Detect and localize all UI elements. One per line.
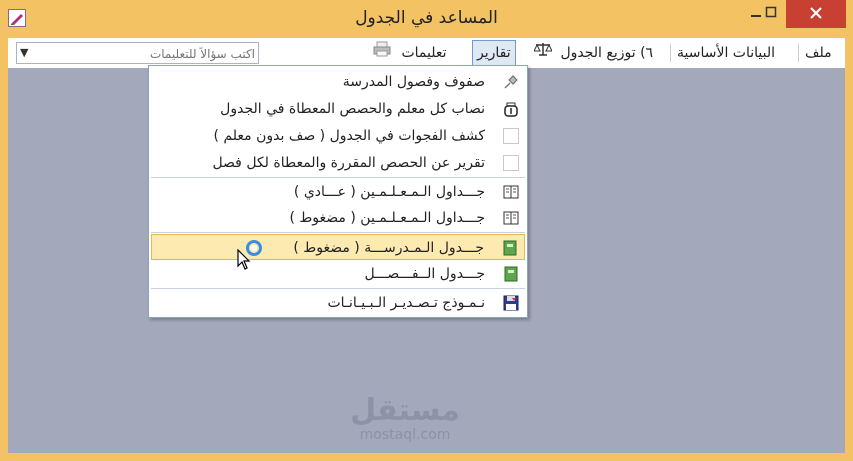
menu-separator xyxy=(151,177,525,178)
menu-item-label: تقرير عن الحصص المقررة والمعطاة لكل فصل xyxy=(212,155,485,171)
menu-separator xyxy=(151,288,525,289)
printer-icon xyxy=(373,38,391,68)
scale-icon xyxy=(533,38,553,68)
menu-item-label: كشف الفجوات في الجدول ( صف بدون معلم ) xyxy=(213,128,485,144)
menu-item-class-sessions-report[interactable]: تقرير عن الحصص المقررة والمعطاة لكل فصل xyxy=(151,150,525,176)
book-icon xyxy=(503,210,519,226)
menu-item-label: جـــدول الــفـــصـــل xyxy=(364,266,485,282)
watermark-domain: mostaql.com xyxy=(359,427,451,443)
menu-reports[interactable]: تقارير xyxy=(472,40,516,66)
chevron-down-icon[interactable]: ▼ xyxy=(20,46,28,59)
menu-item-school-compressed[interactable]: جـــدول الـمـدرســـة ( مضغوط ) xyxy=(151,234,525,260)
menu-item-label: صفوف وفصول المدرسة xyxy=(342,74,485,90)
menu-item-label: جـــداول الـمـعـلـمـين ( مضغوط ) xyxy=(289,210,485,226)
menu-basic-data[interactable]: البيانات الأساسية xyxy=(677,38,775,68)
mouse-cursor-icon xyxy=(237,248,253,275)
menu-item-class-schedule[interactable]: جـــدول الــفـــصـــل xyxy=(151,261,525,287)
reports-dropdown-menu: صفوف وفصول المدرسة نصاب كل معلم والحصص ا… xyxy=(148,65,528,318)
menu-item-label: جـــداول الـمـعـلـمـين ( عـــادي ) xyxy=(293,184,485,200)
menu-distribute[interactable]: ٦) توزيع الجدول xyxy=(533,38,654,68)
menu-instructions[interactable]: تعليمات xyxy=(373,38,447,68)
menu-item-export-data[interactable]: نـمـوذج تـصـديـر الـبـيـانـات xyxy=(151,290,525,316)
menu-item-label: نصاب كل معلم والحصص المعطاة في الجدول xyxy=(220,101,485,117)
menu-distribute-label: ٦) توزيع الجدول xyxy=(560,45,654,61)
menu-separator xyxy=(670,44,671,62)
menu-item-label: نـمـوذج تـصـديـر الـبـيـانـات xyxy=(327,295,485,311)
menu-item-school-classes[interactable]: صفوف وفصول المدرسة xyxy=(151,69,525,95)
menu-file[interactable]: ملف xyxy=(805,38,832,68)
menu-item-teachers-normal[interactable]: جـــداول الـمـعـلـمـين ( عـــادي ) xyxy=(151,179,525,205)
maximize-button[interactable] xyxy=(757,0,785,28)
bag-icon xyxy=(503,101,519,117)
menu-item-teacher-load[interactable]: نصاب كل معلم والحصص المعطاة في الجدول xyxy=(151,96,525,122)
help-search-input[interactable] xyxy=(37,44,257,64)
menu-item-gaps-report[interactable]: كشف الفجوات في الجدول ( صف بدون معلم ) xyxy=(151,123,525,149)
menu-instructions-label: تعليمات xyxy=(401,45,447,61)
menu-separator xyxy=(798,44,799,62)
menu-separator xyxy=(151,232,525,233)
book-icon xyxy=(503,184,519,200)
menu-item-teachers-compressed[interactable]: جـــداول الـمـعـلـمـين ( مضغوط ) xyxy=(151,205,525,231)
pin-icon xyxy=(503,74,519,90)
help-question-box[interactable]: ▼ xyxy=(16,42,259,64)
watermark: مستقل mostaql.com xyxy=(350,393,460,444)
close-button[interactable] xyxy=(786,0,846,28)
floppy-icon xyxy=(503,295,519,311)
menu-item-label: جـــدول الـمـدرســـة ( مضغوط ) xyxy=(293,240,484,256)
menu-bar: ▼ ملف البيانات الأساسية ٦) توزيع الجدول … xyxy=(8,38,845,68)
blank-icon xyxy=(503,155,519,171)
blank-icon xyxy=(503,128,519,144)
watermark-brand: مستقل xyxy=(350,393,460,428)
green-book-icon xyxy=(502,240,518,256)
title-bar[interactable]: المساعد في الجدول xyxy=(0,0,853,36)
green-book-icon xyxy=(503,266,519,282)
window-title: المساعد في الجدول xyxy=(355,8,498,28)
